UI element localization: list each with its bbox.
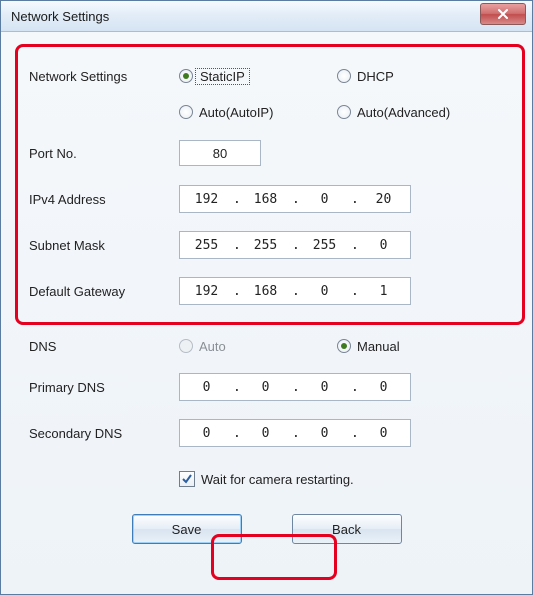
label-primary-dns: Primary DNS	[21, 380, 179, 395]
pdns-o2: 0	[246, 380, 286, 395]
row-dns-mode: DNS Auto Manual	[21, 328, 512, 364]
gateway-o1: 192	[187, 284, 227, 299]
row-subnet: Subnet Mask 255. 255. 255. 0	[21, 222, 512, 268]
subnet-o3: 255	[305, 238, 345, 253]
row-gateway: Default Gateway 192. 168. 0. 1	[21, 268, 512, 314]
close-icon	[497, 9, 509, 19]
gateway-input[interactable]: 192. 168. 0. 1	[179, 277, 411, 305]
ipv4-o3: 0	[305, 192, 345, 207]
label-dns: DNS	[21, 339, 179, 354]
row-wait-restart[interactable]: Wait for camera restarting.	[179, 462, 512, 496]
radio-option-staticip[interactable]: StaticIP	[179, 68, 329, 85]
gateway-o3: 0	[305, 284, 345, 299]
back-button-label: Back	[332, 522, 361, 537]
radio-label-dns-auto: Auto	[199, 339, 226, 354]
pdns-o4: 0	[364, 380, 404, 395]
subnet-o2: 255	[246, 238, 286, 253]
button-row: Save Back	[21, 514, 512, 544]
dialog-body: Network Settings StaticIP DHCP Auto(Auto…	[1, 32, 532, 594]
radio-label-autoadv: Auto(Advanced)	[357, 105, 450, 120]
secondary-dns-input[interactable]: 0. 0. 0. 0	[179, 419, 411, 447]
row-primary-dns: Primary DNS 0. 0. 0. 0	[21, 364, 512, 410]
sdns-o2: 0	[246, 426, 286, 441]
row-ipv4: IPv4 Address 192. 168. 0. 20	[21, 176, 512, 222]
radio-option-autoip[interactable]: Auto(AutoIP)	[179, 105, 329, 120]
radio-label-autoip: Auto(AutoIP)	[199, 105, 273, 120]
radio-option-dhcp[interactable]: DHCP	[337, 69, 487, 84]
ipv4-o4: 20	[364, 192, 404, 207]
radio-option-autoadv[interactable]: Auto(Advanced)	[337, 105, 487, 120]
radio-dns-manual	[337, 339, 351, 353]
back-button[interactable]: Back	[292, 514, 402, 544]
window-title: Network Settings	[11, 9, 109, 24]
radio-staticip	[179, 69, 193, 83]
ipv4-o2: 168	[246, 192, 286, 207]
row-network-mode-1: Network Settings StaticIP DHCP	[21, 58, 512, 94]
radio-option-dns-manual[interactable]: Manual	[337, 339, 487, 354]
radio-dhcp	[337, 69, 351, 83]
primary-dns-input[interactable]: 0. 0. 0. 0	[179, 373, 411, 401]
port-value: 80	[213, 146, 227, 161]
close-button[interactable]	[480, 3, 526, 25]
label-gateway: Default Gateway	[21, 284, 179, 299]
row-secondary-dns: Secondary DNS 0. 0. 0. 0	[21, 410, 512, 456]
radio-dns-auto	[179, 339, 193, 353]
gateway-o4: 1	[364, 284, 404, 299]
subnet-input[interactable]: 255. 255. 255. 0	[179, 231, 411, 259]
radio-label-staticip: StaticIP	[195, 68, 250, 85]
pdns-o1: 0	[187, 380, 227, 395]
titlebar: Network Settings	[1, 1, 532, 32]
pdns-o3: 0	[305, 380, 345, 395]
ipv4-input[interactable]: 192. 168. 0. 20	[179, 185, 411, 213]
checkmark-icon	[181, 473, 193, 485]
subnet-o4: 0	[364, 238, 404, 253]
label-network-settings: Network Settings	[21, 69, 179, 84]
port-input[interactable]: 80	[179, 140, 261, 166]
ipv4-o1: 192	[187, 192, 227, 207]
radio-option-dns-auto: Auto	[179, 339, 329, 354]
radio-autoadv	[337, 105, 351, 119]
checkbox-label-wait-restart: Wait for camera restarting.	[201, 472, 354, 487]
checkbox-wait-restart	[179, 471, 195, 487]
row-port: Port No. 80	[21, 130, 512, 176]
sdns-o1: 0	[187, 426, 227, 441]
radio-label-dhcp: DHCP	[357, 69, 394, 84]
save-button-label: Save	[172, 522, 202, 537]
sdns-o3: 0	[305, 426, 345, 441]
label-subnet: Subnet Mask	[21, 238, 179, 253]
subnet-o1: 255	[187, 238, 227, 253]
radio-autoip	[179, 105, 193, 119]
row-network-mode-2: Auto(AutoIP) Auto(Advanced)	[21, 94, 512, 130]
sdns-o4: 0	[364, 426, 404, 441]
radio-label-dns-manual: Manual	[357, 339, 400, 354]
label-ipv4: IPv4 Address	[21, 192, 179, 207]
network-settings-window: Network Settings Network Settings Static…	[0, 0, 533, 595]
label-secondary-dns: Secondary DNS	[21, 426, 179, 441]
gateway-o2: 168	[246, 284, 286, 299]
save-button[interactable]: Save	[132, 514, 242, 544]
label-port: Port No.	[21, 146, 179, 161]
